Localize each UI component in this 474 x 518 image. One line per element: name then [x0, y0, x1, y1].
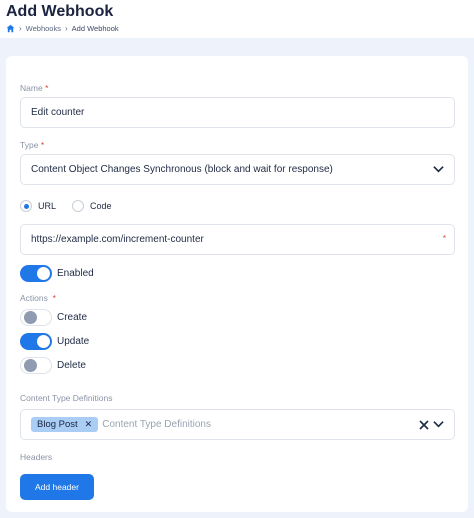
content-type-chip-label: Blog Post	[37, 419, 78, 430]
delete-label: Delete	[57, 360, 86, 371]
name-input-value: Edit counter	[31, 107, 85, 118]
clear-selection-icon[interactable]	[419, 420, 429, 433]
home-icon[interactable]	[6, 24, 15, 33]
chevron-right-icon: ›	[19, 23, 22, 33]
type-label: Type *	[20, 140, 45, 150]
delete-toggle[interactable]	[20, 357, 52, 374]
enabled-toggle[interactable]	[20, 265, 52, 282]
type-select[interactable]: Content Object Changes Synchronous (bloc…	[20, 154, 455, 185]
enabled-label: Enabled	[57, 268, 94, 279]
url-input-value: https://example.com/increment-counter	[31, 234, 204, 245]
breadcrumb-webhooks-link[interactable]: Webhooks	[26, 24, 61, 33]
chevron-right-icon: ›	[64, 23, 68, 33]
url-radio-label: URL	[38, 201, 57, 211]
add-header-button[interactable]: Add header	[20, 474, 94, 500]
content-type-definitions-select[interactable]: Blog Post ✕ Content Type Definitions	[20, 409, 455, 440]
content-type-definitions-label: Content Type Definitions	[20, 393, 113, 403]
page-title: Add Webhook	[6, 3, 114, 20]
breadcrumb: › Webhooks › Add Webhook	[6, 22, 119, 34]
content-type-definitions-placeholder: Content Type Definitions	[102, 419, 211, 430]
content-type-chip: Blog Post ✕	[31, 417, 99, 432]
create-toggle[interactable]	[20, 309, 52, 326]
headers-label: Headers	[20, 452, 53, 462]
url-radio[interactable]	[20, 200, 32, 212]
chip-remove-icon[interactable]: ✕	[85, 419, 93, 430]
url-input[interactable]: https://example.com/increment-counter *	[20, 224, 455, 255]
target-radio-group: URL Code	[20, 200, 128, 212]
update-toggle[interactable]	[20, 333, 52, 350]
required-marker: *	[442, 234, 446, 243]
breadcrumb-current: Add Webhook	[71, 23, 119, 33]
webhook-form-card: Name * Edit counter Type * Content Objec…	[6, 56, 468, 512]
update-label: Update	[57, 336, 90, 347]
type-select-value: Content Object Changes Synchronous (bloc…	[31, 164, 333, 175]
create-label: Create	[57, 312, 88, 323]
name-label: Name *	[20, 83, 49, 93]
actions-label: Actions *	[20, 293, 56, 303]
code-radio-label: Code	[90, 201, 112, 211]
code-radio[interactable]	[72, 200, 85, 212]
top-bar: Add Webhook › Webhooks › Add Webhook	[0, 0, 474, 38]
chevron-down-icon[interactable]	[433, 420, 444, 431]
chevron-down-icon	[433, 165, 444, 176]
name-input[interactable]: Edit counter	[20, 97, 455, 128]
